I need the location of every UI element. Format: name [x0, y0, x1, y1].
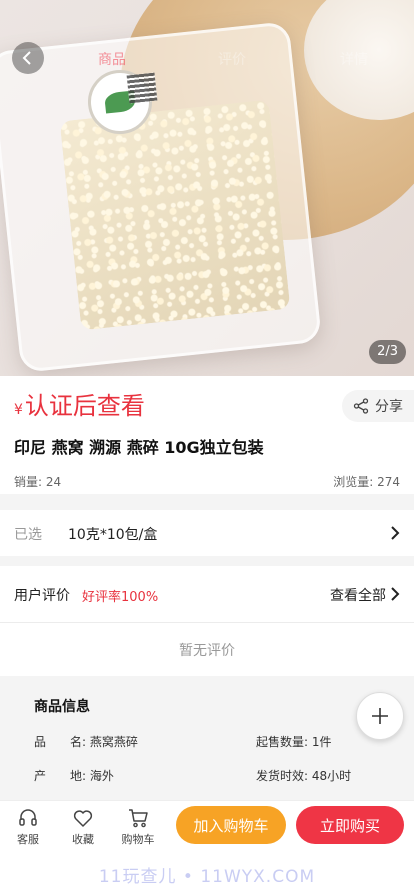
detail-origin: 产 地: 海外 [34, 769, 114, 783]
view-all-reviews-link[interactable]: 查看全部 [330, 585, 386, 605]
tab-details[interactable]: 详情 [340, 49, 368, 69]
price-text: 认证后查看 [24, 392, 145, 420]
chevron-right-icon[interactable] [390, 586, 400, 602]
positive-rate: 好评率100% [82, 590, 159, 605]
share-icon [353, 398, 369, 414]
customer-service-button[interactable]: 客服 [4, 807, 52, 847]
share-button[interactable]: 分享 [342, 390, 414, 422]
currency-symbol: ¥ [14, 402, 23, 418]
plus-icon [372, 708, 388, 724]
bottom-action-bar: 客服 收藏 购物车 加入购物车 立即购买 [0, 800, 414, 850]
divider [0, 622, 414, 623]
share-label: 分享 [375, 399, 403, 415]
detail-shipping-time: 发货时效: 48小时 [256, 769, 352, 783]
product-title: 印尼 燕窝 溯源 燕碎 10G独立包装 [14, 438, 264, 457]
favorite-label: 收藏 [72, 833, 94, 846]
reviews-label: 用户评价 [14, 588, 70, 604]
cart-label: 购物车 [121, 833, 155, 846]
heart-icon [73, 810, 93, 827]
cart-button[interactable]: 购物车 [114, 807, 162, 847]
detail-min-order: 起售数量: 1件 [256, 735, 332, 749]
headset-icon [19, 809, 37, 826]
tab-product[interactable]: 商品 [98, 49, 126, 69]
shopping-cart-icon [129, 809, 148, 828]
watermark: 11玩查儿 • 11WYX.COM [98, 867, 316, 887]
bird-nest-bag [59, 99, 291, 331]
view-count: 浏览量: 274 [333, 475, 400, 489]
spec-selector[interactable]: 已选 10克*10包/盒 [0, 510, 414, 556]
add-to-cart-button[interactable]: 加入购物车 [176, 806, 286, 844]
no-reviews-text: 暂无评价 [179, 643, 235, 659]
spec-label: 已选 [14, 527, 42, 543]
chevron-left-icon [22, 51, 31, 65]
price: ¥认证后查看 [14, 390, 145, 426]
spec-value: 10克*10包/盒 [68, 527, 158, 543]
detail-name: 品 名: 燕窝燕碎 [34, 735, 138, 749]
chevron-right-icon [391, 526, 400, 540]
back-button[interactable] [12, 42, 44, 74]
product-details-section: 商品信息 品 名: 燕窝燕碎 起售数量: 1件 产 地: 海外 发货时效: 48… [0, 676, 414, 806]
tab-reviews[interactable]: 评价 [218, 49, 246, 69]
image-counter: 2/3 [369, 340, 406, 364]
reviews-section: 用户评价 好评率100% 查看全部 暂无评价 [0, 566, 414, 676]
qr-code-icon [126, 72, 158, 104]
expand-button[interactable] [356, 692, 404, 740]
sales-count: 销量: 24 [14, 475, 62, 489]
details-heading: 商品信息 [34, 699, 90, 715]
favorite-button[interactable]: 收藏 [59, 807, 107, 847]
customer-service-label: 客服 [17, 833, 39, 846]
buy-now-button[interactable]: 立即购买 [296, 806, 404, 844]
product-info-card: ¥认证后查看 分享 印尼 燕窝 溯源 燕碎 10G独立包装 销量: 24 浏览量… [0, 376, 414, 494]
